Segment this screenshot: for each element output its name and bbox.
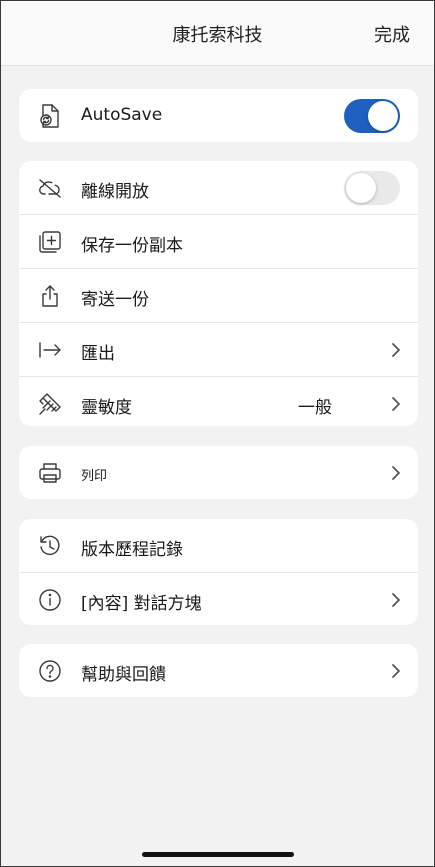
sensitivity-label: 靈敏度 (81, 398, 132, 418)
done-button[interactable]: 完成 (374, 21, 410, 47)
offline-label: 離線開放 (81, 182, 149, 202)
autosave-toggle[interactable] (344, 99, 400, 133)
app-frame: 康托索科技 完成 AutoSave 離線開放 保存一份副本 寄送一份 匯出 靈敏… (0, 0, 435, 867)
autosave-file-icon (37, 103, 63, 129)
chevron-right-icon (392, 397, 400, 411)
sensitivity-value: 一般 (298, 398, 332, 418)
help-row[interactable]: 幫助與回饋 (19, 644, 418, 697)
toggle-knob (368, 101, 398, 131)
version-history-label: 版本歷程記錄 (81, 540, 183, 560)
chevron-right-icon (392, 593, 400, 607)
help-icon (37, 658, 63, 684)
save-copy-row[interactable]: 保存一份副本 (19, 215, 418, 269)
cloud-off-icon (37, 175, 63, 201)
chevron-right-icon (392, 466, 400, 480)
help-label: 幫助與回饋 (81, 665, 166, 685)
chevron-right-icon (392, 664, 400, 678)
header-bar: 康托索科技 完成 (1, 1, 434, 66)
printer-icon (37, 460, 63, 486)
print-group: 列印 (19, 446, 418, 499)
export-arrow-icon (37, 337, 63, 363)
properties-row[interactable]: [內容] 對話方塊 (19, 573, 418, 625)
export-label: 匯出 (81, 344, 115, 364)
help-group: 幫助與回饋 (19, 644, 418, 697)
offline-toggle[interactable] (344, 171, 400, 205)
save-copy-icon (37, 229, 63, 255)
autosave-label: AutoSave (81, 105, 163, 125)
toggle-knob (346, 173, 376, 203)
file-actions-group: 離線開放 保存一份副本 寄送一份 匯出 靈敏度 一般 (19, 161, 418, 426)
autosave-group: AutoSave (19, 89, 418, 142)
document-title: 康托索科技 (172, 25, 263, 46)
send-copy-row[interactable]: 寄送一份 (19, 269, 418, 323)
offline-row[interactable]: 離線開放 (19, 161, 418, 215)
print-row[interactable]: 列印 (19, 446, 418, 499)
properties-label: [內容] 對話方塊 (81, 594, 202, 614)
info-icon (37, 587, 63, 613)
info-group: 版本歷程記錄 [內容] 對話方塊 (19, 519, 418, 625)
sensitivity-row[interactable]: 靈敏度 一般 (19, 377, 418, 426)
export-row[interactable]: 匯出 (19, 323, 418, 377)
print-label: 列印 (81, 469, 108, 484)
sensitivity-icon (37, 391, 63, 417)
save-copy-label: 保存一份副本 (81, 236, 183, 256)
share-icon (37, 283, 63, 309)
version-history-row[interactable]: 版本歷程記錄 (19, 519, 418, 573)
home-indicator (142, 852, 294, 857)
autosave-row[interactable]: AutoSave (19, 89, 418, 142)
chevron-right-icon (392, 343, 400, 357)
history-icon (37, 533, 63, 559)
send-copy-label: 寄送一份 (81, 290, 149, 310)
